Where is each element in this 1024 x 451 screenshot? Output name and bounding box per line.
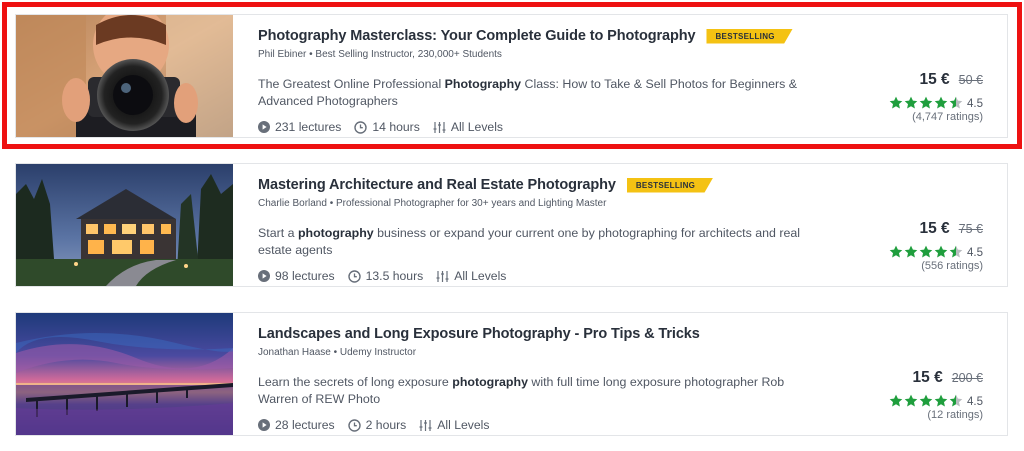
course-level: All Levels <box>419 418 489 432</box>
star-icon <box>934 394 948 406</box>
instructor-info: Charlie Borland • Professional Photograp… <box>258 198 607 209</box>
rating: 4.5 <box>863 94 983 110</box>
star-icon <box>904 245 918 257</box>
star-icon <box>949 96 963 108</box>
ratings-count: (556 ratings) <box>921 260 983 272</box>
play-circle-icon <box>258 419 270 431</box>
sunset-lake-pier-image <box>16 313 233 435</box>
course-card[interactable]: Photography Masterclass: Your Complete G… <box>15 14 1008 138</box>
lectures-count: 28 lectures <box>258 418 335 432</box>
star-rating <box>888 394 963 407</box>
star-icon <box>934 245 948 257</box>
ratings-count: (4,747 ratings) <box>912 111 983 123</box>
rating-value: 4.5 <box>967 247 983 259</box>
star-icon <box>889 394 903 406</box>
course-duration: 2 hours <box>347 418 406 432</box>
photographer-with-camera-image <box>16 15 233 137</box>
course-description: Learn the secrets of long exposure photo… <box>258 375 785 406</box>
rating-value: 4.5 <box>967 98 983 110</box>
course-details: Photography Masterclass: Your Complete G… <box>233 15 1007 137</box>
course-card[interactable]: Landscapes and Long Exposure Photography… <box>15 312 1008 436</box>
star-icon <box>904 96 918 108</box>
bestselling-badge: BESTSELLING <box>706 28 793 44</box>
instructor-info: Phil Ebiner • Best Selling Instructor, 2… <box>258 49 502 60</box>
house-at-dusk-image <box>16 164 233 286</box>
star-icon <box>949 394 963 406</box>
course-details: Mastering Architecture and Real Estate P… <box>233 164 1007 286</box>
rating-value: 4.5 <box>967 396 983 408</box>
sliders-icon <box>433 121 446 133</box>
play-circle-icon <box>258 121 270 133</box>
current-price: 15 € <box>919 71 950 88</box>
play-circle-icon <box>258 270 270 282</box>
clock-icon <box>347 269 361 283</box>
instructor-info: Jonathan Haase • Udemy Instructor <box>258 347 417 358</box>
course-level: All Levels <box>436 269 506 283</box>
clock-icon <box>347 418 361 432</box>
course-details: Landscapes and Long Exposure Photography… <box>233 313 1007 435</box>
course-title[interactable]: Photography Masterclass: Your Complete G… <box>258 28 696 44</box>
original-price: 50 € <box>958 73 983 87</box>
bestselling-badge: BESTSELLING <box>626 177 714 193</box>
ratings-count: (12 ratings) <box>927 409 983 421</box>
star-rating <box>888 245 963 258</box>
original-price: 200 € <box>951 371 983 385</box>
star-icon <box>919 394 933 406</box>
course-level: All Levels <box>433 120 503 134</box>
price-box: 15 € 50 € 4.5 (4,747 ratings) <box>863 71 983 123</box>
sliders-icon <box>419 419 432 431</box>
star-icon <box>934 96 948 108</box>
lectures-count: 98 lectures <box>258 269 335 283</box>
current-price: 15 € <box>912 369 943 386</box>
course-title[interactable]: Landscapes and Long Exposure Photography… <box>258 326 700 342</box>
course-description: The Greatest Online Professional Photogr… <box>258 77 798 108</box>
rating: 4.5 <box>863 243 983 259</box>
course-thumbnail[interactable] <box>16 15 233 137</box>
star-icon <box>919 245 933 257</box>
rating: 4.5 <box>863 392 983 408</box>
course-title[interactable]: Mastering Architecture and Real Estate P… <box>258 177 616 193</box>
price-box: 15 € 75 € 4.5 (556 ratings) <box>863 220 983 272</box>
clock-icon <box>354 120 368 134</box>
lectures-count: 231 lectures <box>258 120 341 134</box>
star-icon <box>904 394 918 406</box>
course-duration: 13.5 hours <box>347 269 423 283</box>
star-icon <box>949 245 963 257</box>
course-thumbnail[interactable] <box>16 164 233 286</box>
star-icon <box>889 245 903 257</box>
original-price: 75 € <box>958 222 983 236</box>
course-description: Start a photography business or expand y… <box>258 226 801 257</box>
sliders-icon <box>436 270 449 282</box>
price-box: 15 € 200 € 4.5 (12 ratings) <box>863 369 983 421</box>
star-rating <box>888 96 963 109</box>
course-card[interactable]: Mastering Architecture and Real Estate P… <box>15 163 1008 287</box>
star-icon <box>919 96 933 108</box>
course-duration: 14 hours <box>354 120 420 134</box>
star-icon <box>889 96 903 108</box>
current-price: 15 € <box>919 220 950 237</box>
course-thumbnail[interactable] <box>16 313 233 435</box>
